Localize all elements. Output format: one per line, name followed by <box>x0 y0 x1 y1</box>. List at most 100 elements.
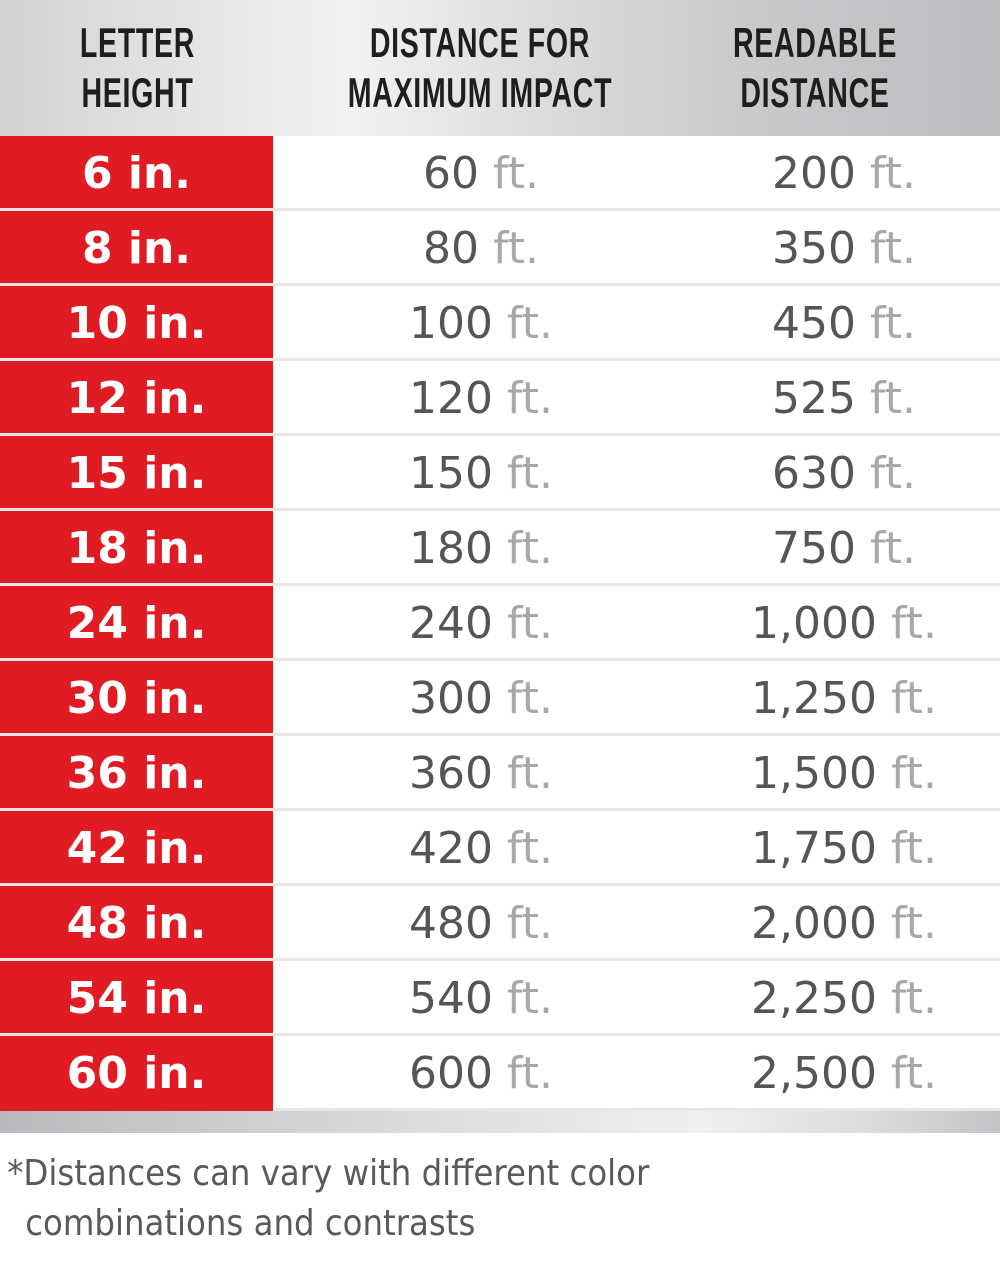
max-impact-cell-value: 240 <box>409 598 493 649</box>
letter-height-cell: 12 in. <box>0 361 274 433</box>
max-impact-cell: 240 ft. <box>274 586 688 661</box>
max-impact-cell-value: 540 <box>409 973 493 1024</box>
letter-height-cell-value: 60 in. <box>66 1048 207 1099</box>
letter-height-cell: 30 in. <box>0 661 274 733</box>
unit-label: ft. <box>507 673 553 724</box>
readable-distance-cell: 1,000 ft. <box>688 586 1000 661</box>
letter-height-cell: 42 in. <box>0 811 274 883</box>
max-impact-cell-value: 480 <box>409 898 493 949</box>
unit-label: ft. <box>507 523 553 574</box>
letter-height-cell-value: 24 in. <box>66 598 207 649</box>
readable-distance-cell-value: 350 <box>772 223 856 274</box>
table-row: 24 in. 240 ft. 1,000 ft. <box>0 586 1000 661</box>
table-row: 30 in. 300 ft. 1,250 ft. <box>0 661 1000 736</box>
letter-height-cell-value: 54 in. <box>66 973 207 1024</box>
table-row: 48 in. 480 ft. 2,000 ft. <box>0 886 1000 961</box>
max-impact-cell: 80 ft. <box>274 211 688 286</box>
header-letter-height: LETTER HEIGHT <box>79 19 196 116</box>
table-row: 42 in. 420 ft. 1,750 ft. <box>0 811 1000 886</box>
letter-height-cell: 10 in. <box>0 286 274 358</box>
unit-label: ft. <box>507 598 553 649</box>
unit-label: ft. <box>891 1048 937 1099</box>
table-row: 6 in. 60 ft. 200 ft. <box>0 136 1000 211</box>
unit-label: ft. <box>891 673 937 724</box>
readable-distance-cell-value: 2,250 <box>751 973 877 1024</box>
letter-height-cell-value: 12 in. <box>66 373 207 424</box>
readable-distance-cell: 2,500 ft. <box>688 1036 1000 1111</box>
max-impact-cell: 150 ft. <box>274 436 688 511</box>
readable-distance-cell: 1,500 ft. <box>688 736 1000 811</box>
unit-label: ft. <box>891 898 937 949</box>
max-impact-cell: 360 ft. <box>274 736 688 811</box>
unit-label: ft. <box>870 523 916 574</box>
max-impact-cell-value: 60 <box>423 148 480 199</box>
readable-distance-cell-value: 750 <box>772 523 856 574</box>
readable-distance-cell: 2,000 ft. <box>688 886 1000 961</box>
max-impact-cell: 480 ft. <box>274 886 688 961</box>
table-row: 54 in. 540 ft. 2,250 ft. <box>0 961 1000 1036</box>
readable-distance-cell-value: 1,250 <box>751 673 877 724</box>
max-impact-cell-value: 420 <box>409 823 493 874</box>
footer-divider-bar <box>0 1111 1000 1133</box>
readable-distance-cell-value: 1,750 <box>751 823 877 874</box>
footnote-line-1: *Distances can vary with different color <box>7 1153 650 1194</box>
unit-label: ft. <box>870 298 916 349</box>
table-row: 10 in. 100 ft. 450 ft. <box>0 286 1000 361</box>
table-row: 8 in. 80 ft. 350 ft. <box>0 211 1000 286</box>
max-impact-cell: 540 ft. <box>274 961 688 1036</box>
max-impact-cell: 180 ft. <box>274 511 688 586</box>
max-impact-cell: 120 ft. <box>274 361 688 436</box>
max-impact-cell-value: 80 <box>423 223 480 274</box>
letter-height-cell-value: 10 in. <box>66 298 207 349</box>
unit-label: ft. <box>891 598 937 649</box>
max-impact-cell: 420 ft. <box>274 811 688 886</box>
max-impact-cell-value: 300 <box>409 673 493 724</box>
letter-height-cell: 54 in. <box>0 961 274 1033</box>
letter-height-cell: 15 in. <box>0 436 274 508</box>
table-row: 60 in. 600 ft. 2,500 ft. <box>0 1036 1000 1111</box>
unit-label: ft. <box>891 823 937 874</box>
readable-distance-cell-value: 2,500 <box>751 1048 877 1099</box>
max-impact-cell-value: 600 <box>409 1048 493 1099</box>
max-impact-cell-value: 120 <box>409 373 493 424</box>
readable-distance-cell-value: 200 <box>772 148 856 199</box>
readable-distance-cell: 1,250 ft. <box>688 661 1000 736</box>
header-distance-max-impact: DISTANCE FOR MAXIMUM IMPACT <box>347 19 613 116</box>
unit-label: ft. <box>891 748 937 799</box>
letter-height-cell: 18 in. <box>0 511 274 583</box>
letter-height-cell: 6 in. <box>0 136 274 208</box>
footnote-line-2: combinations and contrasts <box>25 1203 476 1244</box>
letter-height-cell: 48 in. <box>0 886 274 958</box>
letter-height-cell-value: 6 in. <box>81 148 192 199</box>
unit-label: ft. <box>507 448 553 499</box>
max-impact-cell-value: 360 <box>409 748 493 799</box>
header-readable-distance: READABLE DISTANCE <box>732 19 898 116</box>
readable-distance-cell: 200 ft. <box>688 136 1000 211</box>
unit-label: ft. <box>493 223 539 274</box>
letter-height-cell: 60 in. <box>0 1036 274 1111</box>
max-impact-cell-value: 150 <box>409 448 493 499</box>
letter-height-cell-value: 18 in. <box>66 523 207 574</box>
readable-distance-cell-value: 630 <box>772 448 856 499</box>
unit-label: ft. <box>870 223 916 274</box>
unit-label: ft. <box>507 748 553 799</box>
max-impact-cell-value: 100 <box>409 298 493 349</box>
letter-height-cell-value: 15 in. <box>66 448 207 499</box>
table-row: 36 in. 360 ft. 1,500 ft. <box>0 736 1000 811</box>
letter-height-cell: 36 in. <box>0 736 274 808</box>
readable-distance-cell: 1,750 ft. <box>688 811 1000 886</box>
unit-label: ft. <box>507 1048 553 1099</box>
readable-distance-cell: 630 ft. <box>688 436 1000 511</box>
readable-distance-cell-value: 2,000 <box>751 898 877 949</box>
readable-distance-cell-value: 525 <box>772 373 856 424</box>
unit-label: ft. <box>870 148 916 199</box>
readable-distance-cell: 525 ft. <box>688 361 1000 436</box>
unit-label: ft. <box>870 373 916 424</box>
max-impact-cell: 100 ft. <box>274 286 688 361</box>
unit-label: ft. <box>507 298 553 349</box>
letter-height-cell-value: 8 in. <box>81 223 192 274</box>
max-impact-cell: 600 ft. <box>274 1036 688 1111</box>
readable-distance-cell-value: 1,000 <box>751 598 877 649</box>
letter-height-cell-value: 36 in. <box>66 748 207 799</box>
readable-distance-cell: 2,250 ft. <box>688 961 1000 1036</box>
